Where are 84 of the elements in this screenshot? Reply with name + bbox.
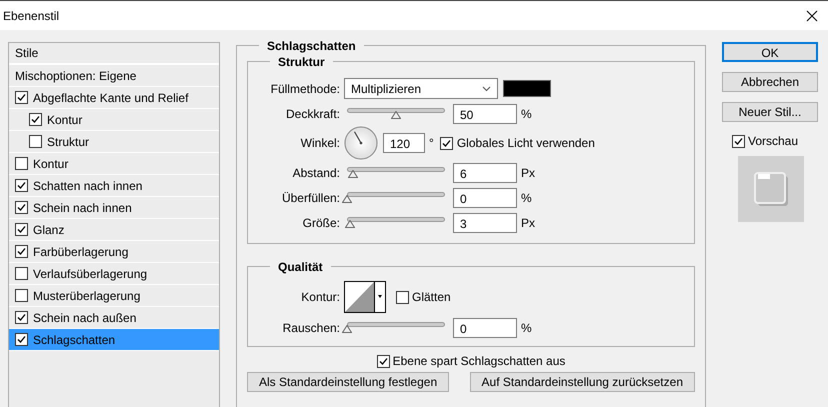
style-list-item[interactable]: Struktur xyxy=(9,131,219,153)
contour-picker[interactable] xyxy=(344,281,386,313)
checkbox-label: Vorschau xyxy=(748,133,798,150)
slider-thumb[interactable] xyxy=(344,220,355,228)
style-list-item[interactable]: Kontur xyxy=(9,109,219,131)
checkbox[interactable] xyxy=(376,354,390,368)
style-label: Verlaufsüberlagerung xyxy=(33,266,148,282)
checkbox[interactable] xyxy=(15,267,28,280)
checkbox[interactable] xyxy=(29,135,42,148)
panel-heading: Stile xyxy=(15,45,38,62)
input-field[interactable]: 0 xyxy=(453,188,517,208)
unit-label: Px xyxy=(521,164,536,182)
style-label: Kontur xyxy=(47,112,82,128)
field-label: Abstand: xyxy=(292,164,341,182)
dialog-button[interactable]: Abbrechen xyxy=(722,72,818,92)
style-list-item[interactable]: Kontur xyxy=(9,153,219,175)
close-icon[interactable] xyxy=(806,10,818,22)
checkbox[interactable] xyxy=(440,136,453,150)
input-field[interactable]: 50 xyxy=(453,104,517,124)
style-list-item[interactable]: Mischoptionen: Eigene xyxy=(9,65,219,87)
checkbox[interactable] xyxy=(15,333,28,346)
field-label: Füllmethode: xyxy=(270,80,341,98)
style-list-item[interactable]: Farbüberlagerung xyxy=(9,241,219,263)
dialog-button[interactable]: Neuer Stil... xyxy=(722,102,818,122)
style-label: Schatten nach innen xyxy=(33,178,142,194)
style-label: Mischoptionen: Eigene xyxy=(15,68,136,84)
checkbox-label: Ebene spart Schlagschatten aus xyxy=(392,353,566,370)
field-label: Winkel: xyxy=(300,135,341,152)
style-list-item[interactable]: Musterüberlagerung xyxy=(9,285,219,307)
checkbox[interactable] xyxy=(15,157,28,170)
style-label: Schein nach außen xyxy=(33,310,136,326)
style-list-item[interactable]: Glanz xyxy=(9,219,219,241)
style-list-item[interactable]: Schatten nach innen xyxy=(9,175,219,197)
style-list-item[interactable]: Schlagschatten xyxy=(9,329,219,351)
checkbox[interactable] xyxy=(15,91,28,104)
color-swatch[interactable] xyxy=(503,80,551,97)
default-button[interactable]: Als Standardeinstellung festlegen xyxy=(247,372,450,392)
field-label: Größe: xyxy=(302,214,341,232)
field-label: Rauschen: xyxy=(282,320,341,336)
style-list-item[interactable]: Schein nach innen xyxy=(9,197,219,219)
input-field[interactable]: 3 xyxy=(453,212,517,232)
checkbox[interactable] xyxy=(15,201,28,214)
checkbox[interactable] xyxy=(15,179,28,192)
style-label: Abgeflachte Kante und Relief xyxy=(33,90,188,106)
style-label: Struktur xyxy=(47,134,90,150)
style-label: Glanz xyxy=(33,222,64,238)
style-label: Schein nach innen xyxy=(33,200,132,216)
default-button[interactable]: Auf Standardeinstellung zurücksetzen xyxy=(470,372,695,392)
checkbox[interactable] xyxy=(396,290,409,304)
checkbox[interactable] xyxy=(15,289,28,302)
style-label: Musterüberlagerung xyxy=(33,288,140,304)
checkbox[interactable] xyxy=(15,311,28,324)
style-preview-drawing xyxy=(738,156,804,222)
style-label: Schlagschatten xyxy=(33,332,116,348)
unit-label: % xyxy=(521,106,532,122)
blend-mode-dropdown[interactable]: Multiplizieren xyxy=(344,78,498,99)
field-label: Überfüllen: xyxy=(280,190,341,206)
checkbox-label: Glätten xyxy=(412,289,451,306)
style-label: Kontur xyxy=(33,156,68,172)
window-title: Ebenenstil xyxy=(3,8,60,24)
slider-thumb[interactable] xyxy=(342,324,352,332)
style-label: Farbüberlagerung xyxy=(33,244,128,260)
unit-label: Px xyxy=(521,214,536,232)
slider-thumb[interactable] xyxy=(391,110,401,118)
checkbox[interactable] xyxy=(732,134,745,148)
field-label: Deckkraft: xyxy=(284,106,341,122)
slider-thumb[interactable] xyxy=(348,170,358,178)
style-list-item[interactable]: Abgeflachte Kante und Relief xyxy=(9,87,219,109)
checkbox[interactable] xyxy=(29,113,42,126)
input-field[interactable]: 120 xyxy=(383,133,425,153)
checkbox[interactable] xyxy=(15,245,28,258)
angle-dial[interactable] xyxy=(344,126,378,160)
slider-thumb[interactable] xyxy=(342,194,352,202)
checkbox-label: Globales Licht verwenden xyxy=(456,135,595,152)
input-field[interactable]: 0 xyxy=(453,318,517,338)
input-field[interactable]: 6 xyxy=(453,162,517,182)
style-list-item[interactable]: Verlaufsüberlagerung xyxy=(9,263,219,285)
field-label: Kontur: xyxy=(300,289,341,306)
unit-label: ° xyxy=(429,135,434,152)
dialog-button[interactable]: OK xyxy=(722,42,818,62)
unit-label: % xyxy=(521,190,532,206)
checkbox[interactable] xyxy=(15,223,28,236)
unit-label: % xyxy=(521,320,532,336)
caret-icon xyxy=(482,86,491,92)
